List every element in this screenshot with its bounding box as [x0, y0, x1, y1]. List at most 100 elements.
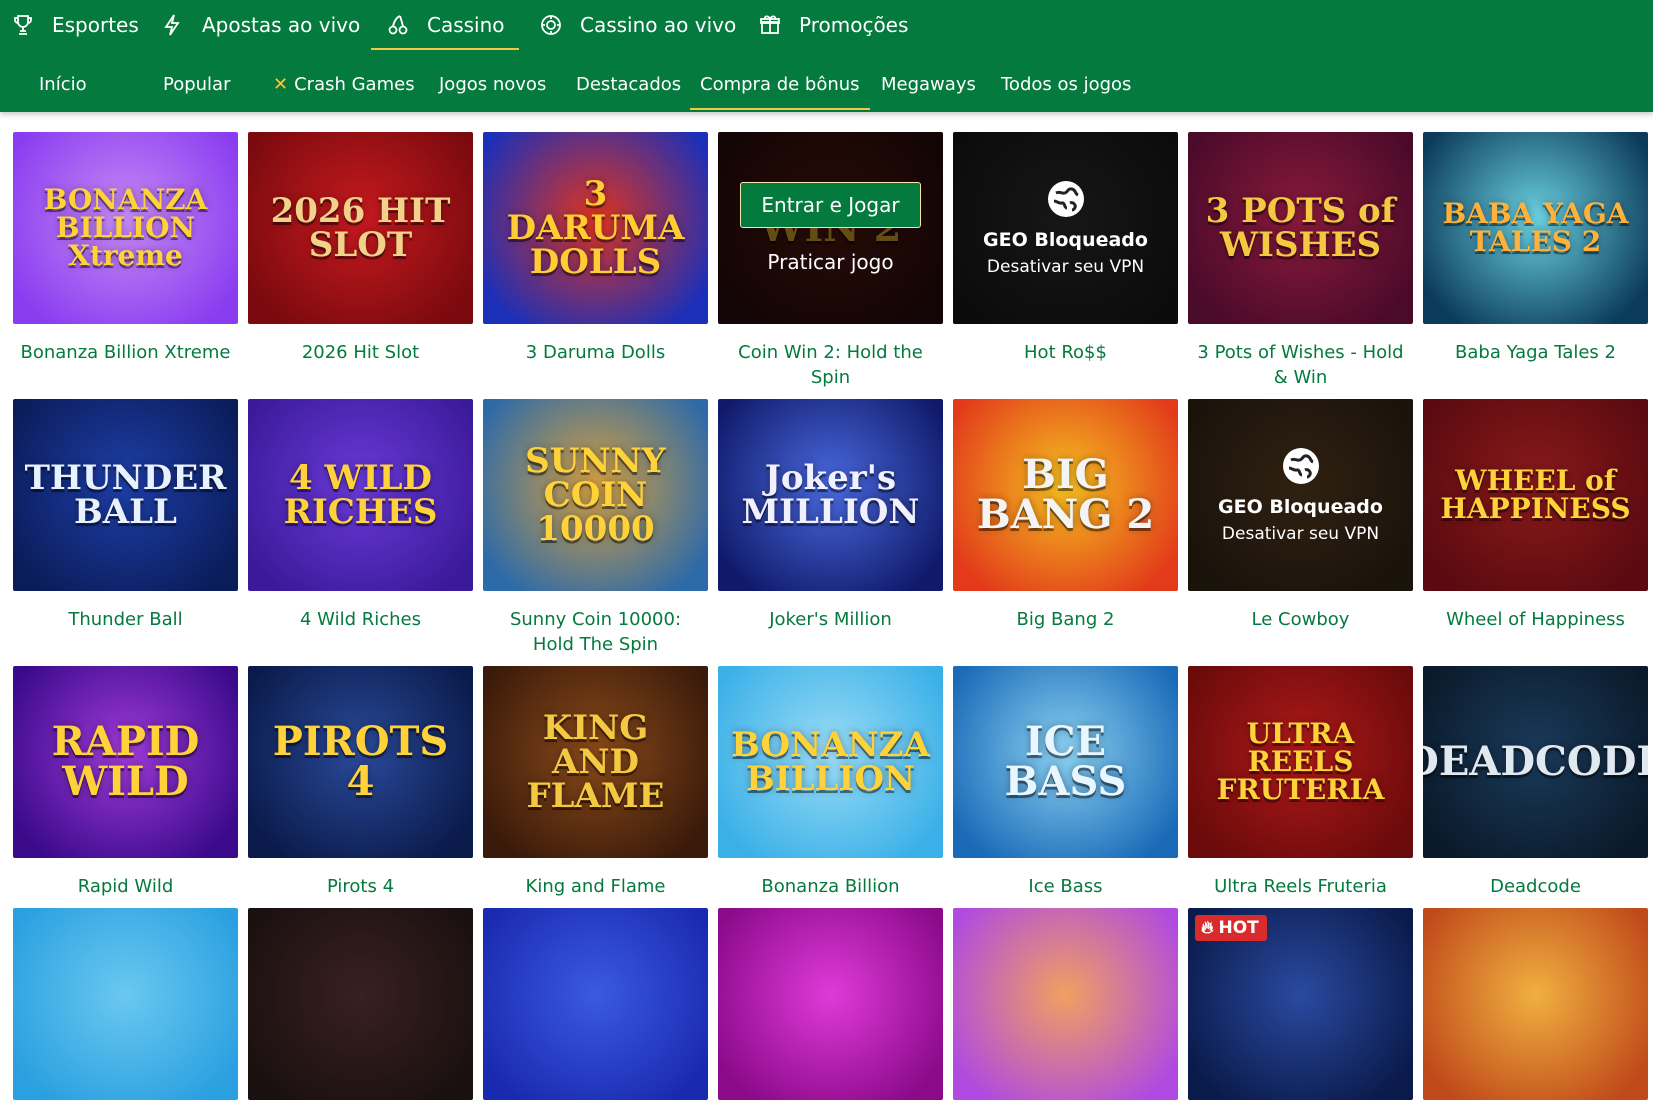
- game-title[interactable]: Hot Ro$$: [953, 340, 1178, 365]
- game-title[interactable]: Pirots 4: [248, 874, 473, 899]
- game-thumbnail[interactable]: [1423, 908, 1648, 1100]
- game-thumbnail[interactable]: 4 WILD RICHES: [248, 399, 473, 591]
- game-thumbnail[interactable]: 2026 HIT SLOT: [248, 132, 473, 324]
- game-title[interactable]: Big Bang 2: [953, 607, 1178, 632]
- game-logo: Joker's MILLION: [741, 458, 920, 532]
- game-title[interactable]: 3 Pots of Wishes - Hold & Win: [1188, 340, 1413, 390]
- game-thumbnail[interactable]: Joker's MILLION: [718, 399, 943, 591]
- game-card[interactable]: [248, 908, 473, 1100]
- nav-esportes[interactable]: Esportes: [10, 0, 139, 50]
- game-title[interactable]: Coin Win 2: Hold the Spin: [718, 340, 943, 390]
- game-thumbnail[interactable]: WHEEL of HAPPINESS: [1423, 399, 1648, 591]
- game-card[interactable]: WHEEL of HAPPINESS Wheel of Happiness: [1423, 399, 1648, 632]
- practice-link[interactable]: Praticar jogo: [767, 250, 893, 274]
- game-thumbnail[interactable]: PIROTS 4: [248, 666, 473, 858]
- game-thumbnail[interactable]: RAPID WILD: [13, 666, 238, 858]
- game-card[interactable]: GEO Bloqueado Desativar seu VPN Hot Ro$$: [953, 132, 1178, 365]
- game-thumbnail[interactable]: BONANZA BILLION: [718, 666, 943, 858]
- nav-label: Apostas ao vivo: [202, 13, 361, 37]
- game-card[interactable]: ICE BASS Ice Bass: [953, 666, 1178, 899]
- tab-jogos-novos[interactable]: Jogos novos: [439, 58, 546, 110]
- game-thumbnail[interactable]: 🔥︎ HOT: [1188, 908, 1413, 1100]
- nav-promocoes[interactable]: Promoções: [757, 0, 908, 50]
- game-thumbnail[interactable]: ICE BASS: [953, 666, 1178, 858]
- game-title[interactable]: Wheel of Happiness: [1423, 607, 1648, 632]
- game-thumbnail[interactable]: [718, 908, 943, 1100]
- nav-cassino-ao-vivo[interactable]: Cassino ao vivo: [538, 0, 736, 50]
- tab-label: Destacados: [576, 73, 682, 95]
- game-card[interactable]: 🔥︎ HOT: [1188, 908, 1413, 1100]
- game-thumbnail[interactable]: THUNDER BALL: [13, 399, 238, 591]
- crash-icon: ✕: [273, 73, 289, 95]
- game-card[interactable]: [1423, 908, 1648, 1100]
- game-card[interactable]: BONANZA BILLION Xtreme Bonanza Billion Xt…: [13, 132, 238, 365]
- tab-inicio[interactable]: Início: [39, 58, 87, 110]
- game-title[interactable]: 4 Wild Riches: [248, 607, 473, 632]
- tab-todos-os-jogos[interactable]: Todos os jogos: [1001, 58, 1131, 110]
- game-card[interactable]: 2026 HIT SLOT 2026 Hit Slot: [248, 132, 473, 365]
- game-title[interactable]: Rapid Wild: [13, 874, 238, 899]
- game-thumbnail[interactable]: [248, 908, 473, 1100]
- game-title[interactable]: Ultra Reels Fruteria: [1188, 874, 1413, 899]
- game-title[interactable]: Thunder Ball: [13, 607, 238, 632]
- game-title[interactable]: Sunny Coin 10000: Hold The Spin: [483, 607, 708, 657]
- game-card[interactable]: [953, 908, 1178, 1100]
- game-title[interactable]: Deadcode: [1423, 874, 1648, 899]
- game-card[interactable]: [718, 908, 943, 1100]
- game-card[interactable]: BIG BANG 2 Big Bang 2: [953, 399, 1178, 632]
- tab-compra-de-bonus[interactable]: Compra de bônus: [690, 58, 870, 110]
- tab-label: Compra de bônus: [700, 73, 860, 95]
- game-title[interactable]: King and Flame: [483, 874, 708, 899]
- game-card[interactable]: ULTRA REELS FRUTERIA Ultra Reels Fruteria: [1188, 666, 1413, 899]
- game-card[interactable]: RAPID WILD Rapid Wild: [13, 666, 238, 899]
- game-thumbnail[interactable]: WIN 2Entrar e JogarPraticar jogo: [718, 132, 943, 324]
- game-card[interactable]: SUNNY COIN 10000 Sunny Coin 10000: Hold T…: [483, 399, 708, 657]
- game-card[interactable]: BABA YAGA TALES 2 Baba Yaga Tales 2: [1423, 132, 1648, 365]
- game-title[interactable]: 3 Daruma Dolls: [483, 340, 708, 365]
- game-thumbnail[interactable]: BONANZA BILLION Xtreme: [13, 132, 238, 324]
- game-logo: THUNDER BALL: [24, 458, 227, 532]
- game-card[interactable]: THUNDER BALL Thunder Ball: [13, 399, 238, 632]
- tab-crash-games[interactable]: ✕ Crash Games: [273, 58, 415, 110]
- game-thumbnail[interactable]: [953, 908, 1178, 1100]
- game-card[interactable]: 3 POTS of WISHES 3 Pots of Wishes - Hold …: [1188, 132, 1413, 390]
- game-title[interactable]: Bonanza Billion: [718, 874, 943, 899]
- game-title[interactable]: Bonanza Billion Xtreme: [13, 340, 238, 365]
- game-card[interactable]: 3 DARUMA DOLLS 3 Daruma Dolls: [483, 132, 708, 365]
- game-title[interactable]: Ice Bass: [953, 874, 1178, 899]
- game-title[interactable]: Joker's Million: [718, 607, 943, 632]
- game-card[interactable]: [483, 908, 708, 1100]
- tab-megaways[interactable]: Megaways: [881, 58, 976, 110]
- game-card[interactable]: Joker's MILLION Joker's Million: [718, 399, 943, 632]
- game-thumbnail[interactable]: KING AND FLAME: [483, 666, 708, 858]
- tab-popular[interactable]: Popular: [163, 58, 231, 110]
- cherries-icon: [385, 12, 411, 38]
- game-thumbnail[interactable]: DEADCODE: [1423, 666, 1648, 858]
- game-card[interactable]: BONANZA BILLION Bonanza Billion: [718, 666, 943, 899]
- game-thumbnail[interactable]: GEO Bloqueado Desativar seu VPN: [1188, 399, 1413, 591]
- game-thumbnail[interactable]: ULTRA REELS FRUTERIA: [1188, 666, 1413, 858]
- game-card[interactable]: PIROTS 4 Pirots 4: [248, 666, 473, 899]
- game-thumbnail[interactable]: 3 DARUMA DOLLS: [483, 132, 708, 324]
- game-thumbnail[interactable]: [13, 908, 238, 1100]
- game-thumbnail[interactable]: [483, 908, 708, 1100]
- play-button[interactable]: Entrar e Jogar: [740, 182, 921, 228]
- game-card[interactable]: WIN 2Entrar e JogarPraticar jogoCoin Win…: [718, 132, 943, 390]
- game-thumbnail[interactable]: BIG BANG 2: [953, 399, 1178, 591]
- game-title[interactable]: Baba Yaga Tales 2: [1423, 340, 1648, 365]
- game-thumbnail[interactable]: 3 POTS of WISHES: [1188, 132, 1413, 324]
- game-card[interactable]: DEADCODE Deadcode: [1423, 666, 1648, 899]
- game-title[interactable]: Le Cowboy: [1188, 607, 1413, 632]
- game-thumbnail[interactable]: BABA YAGA TALES 2: [1423, 132, 1648, 324]
- game-title[interactable]: 2026 Hit Slot: [248, 340, 473, 365]
- game-card[interactable]: [13, 908, 238, 1100]
- game-card[interactable]: 4 WILD RICHES 4 Wild Riches: [248, 399, 473, 632]
- game-thumbnail[interactable]: GEO Bloqueado Desativar seu VPN: [953, 132, 1178, 324]
- game-card[interactable]: KING AND FLAME King and Flame: [483, 666, 708, 899]
- game-card[interactable]: GEO Bloqueado Desativar seu VPN Le Cowboy: [1188, 399, 1413, 632]
- nav-apostas-ao-vivo[interactable]: Apostas ao vivo: [160, 0, 360, 50]
- tab-destacados[interactable]: Destacados: [576, 58, 681, 110]
- game-thumbnail[interactable]: SUNNY COIN 10000: [483, 399, 708, 591]
- nav-cassino[interactable]: Cassino: [371, 0, 519, 50]
- game-logo: RAPID WILD: [51, 718, 200, 805]
